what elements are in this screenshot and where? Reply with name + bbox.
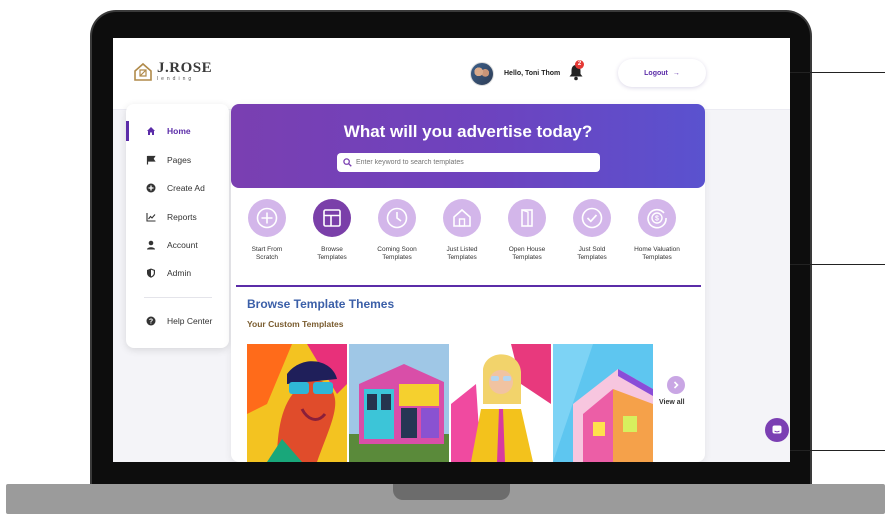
clock-icon xyxy=(378,199,416,237)
template-tile-open-house[interactable]: Open House Templates xyxy=(496,199,558,262)
tile-label: Browse xyxy=(321,246,343,253)
check-icon xyxy=(573,199,611,237)
callout-line xyxy=(790,450,885,451)
sidebar-item-help-center[interactable]: ? Help Center xyxy=(126,310,229,332)
hero-banner: What will you advertise today? xyxy=(231,104,705,188)
search-input[interactable] xyxy=(356,159,586,166)
template-tile-just-sold[interactable]: Just Sold Templates xyxy=(561,199,623,262)
template-tile-home-valuation[interactable]: $ Home Valuation Templates xyxy=(626,199,688,262)
valuation-icon: $ xyxy=(638,199,676,237)
svg-text:$: $ xyxy=(655,216,659,223)
template-thumbnail[interactable] xyxy=(451,344,551,462)
tile-label: Templates xyxy=(382,254,412,261)
sidebar-item-reports[interactable]: Reports xyxy=(126,206,229,228)
tile-label: Just Listed xyxy=(446,246,478,253)
app-screen: J.ROSE lending Hello, Toni Thom 2 Logout… xyxy=(113,38,790,462)
next-button[interactable] xyxy=(667,376,685,394)
svg-text:?: ? xyxy=(149,319,153,326)
plus-icon xyxy=(248,199,286,237)
sidebar-item-home[interactable]: Home xyxy=(126,120,229,142)
sidebar-item-label: Help Center xyxy=(167,316,213,326)
template-tile-coming-soon[interactable]: Coming Soon Templates xyxy=(366,199,428,262)
chat-icon xyxy=(772,425,782,434)
plus-circle-icon xyxy=(146,183,156,193)
logout-button[interactable]: Logout → xyxy=(618,59,706,87)
template-tile-browse[interactable]: Browse Templates xyxy=(301,199,363,262)
template-thumbnail[interactable] xyxy=(349,344,449,462)
notification-badge: 2 xyxy=(575,60,584,69)
sidebar-item-create-ad[interactable]: Create Ad xyxy=(126,177,229,199)
view-all-link[interactable]: View all xyxy=(659,399,685,406)
user-greeting: Hello, Toni Thom xyxy=(504,70,561,77)
tile-label: Templates xyxy=(577,254,607,261)
tile-label: Open House xyxy=(508,246,546,253)
laptop-mockup: J.ROSE lending Hello, Toni Thom 2 Logout… xyxy=(0,0,885,514)
tile-label: Templates xyxy=(317,254,347,261)
sidebar-item-label: Pages xyxy=(167,155,192,165)
main-panel: What will you advertise today? Start Fro… xyxy=(231,104,705,462)
shield-icon xyxy=(146,268,156,278)
sidebar-divider xyxy=(144,297,212,298)
house-icon xyxy=(443,199,481,237)
tile-label: Scratch xyxy=(255,254,279,261)
tile-label: Start From xyxy=(251,246,283,253)
section-subtitle: Your Custom Templates xyxy=(247,319,344,329)
sidebar-item-account[interactable]: Account xyxy=(126,234,229,256)
layout-icon xyxy=(313,199,351,237)
search-bar[interactable] xyxy=(337,153,600,172)
flag-icon xyxy=(146,155,156,165)
sidebar-item-label: Reports xyxy=(167,212,197,222)
tile-label: Templates xyxy=(447,254,477,261)
logout-label: Logout xyxy=(644,69,668,77)
template-tile-start-from-scratch[interactable]: Start From Scratch xyxy=(236,199,298,262)
top-bar: J.ROSE lending Hello, Toni Thom 2 Logout… xyxy=(113,38,790,110)
sidebar-item-label: Admin xyxy=(167,268,192,278)
brand-name: J.ROSE xyxy=(157,60,213,76)
section-title: Browse Template Themes xyxy=(247,297,395,311)
search-icon xyxy=(343,158,352,167)
sidebar: Home Pages Create Ad Reports Account Adm… xyxy=(126,104,229,348)
callout-line xyxy=(790,264,885,265)
tile-label: Templates xyxy=(642,254,672,261)
sidebar-item-admin[interactable]: Admin xyxy=(126,262,229,284)
tile-label: Coming Soon xyxy=(377,246,417,253)
tile-label: Home Valuation xyxy=(634,246,680,253)
door-icon xyxy=(508,199,546,237)
section-divider xyxy=(236,285,701,287)
avatar[interactable] xyxy=(470,62,494,86)
sidebar-item-pages[interactable]: Pages xyxy=(126,149,229,171)
sidebar-item-label: Create Ad xyxy=(167,183,205,193)
brand-tagline: lending xyxy=(157,76,195,82)
sidebar-item-label: Account xyxy=(167,240,198,250)
user-icon xyxy=(146,240,156,250)
question-icon: ? xyxy=(146,316,156,326)
brand-logo[interactable]: J.ROSE lending xyxy=(133,61,212,82)
house-logo-icon xyxy=(134,62,152,81)
home-icon xyxy=(146,126,156,136)
chat-button[interactable] xyxy=(765,418,789,442)
template-tile-just-listed[interactable]: Just Listed Templates xyxy=(431,199,493,262)
chart-icon xyxy=(146,212,156,222)
tile-label: Just Sold xyxy=(578,246,606,253)
chevron-right-icon xyxy=(673,381,679,389)
template-thumbnail[interactable] xyxy=(247,344,347,462)
laptop-notch xyxy=(393,484,510,500)
tile-label: Templates xyxy=(512,254,542,261)
callout-line xyxy=(790,72,885,73)
sidebar-item-label: Home xyxy=(167,126,191,136)
template-thumbnail[interactable] xyxy=(553,344,653,462)
arrow-right-icon: → xyxy=(672,69,680,77)
hero-title: What will you advertise today? xyxy=(343,122,593,141)
